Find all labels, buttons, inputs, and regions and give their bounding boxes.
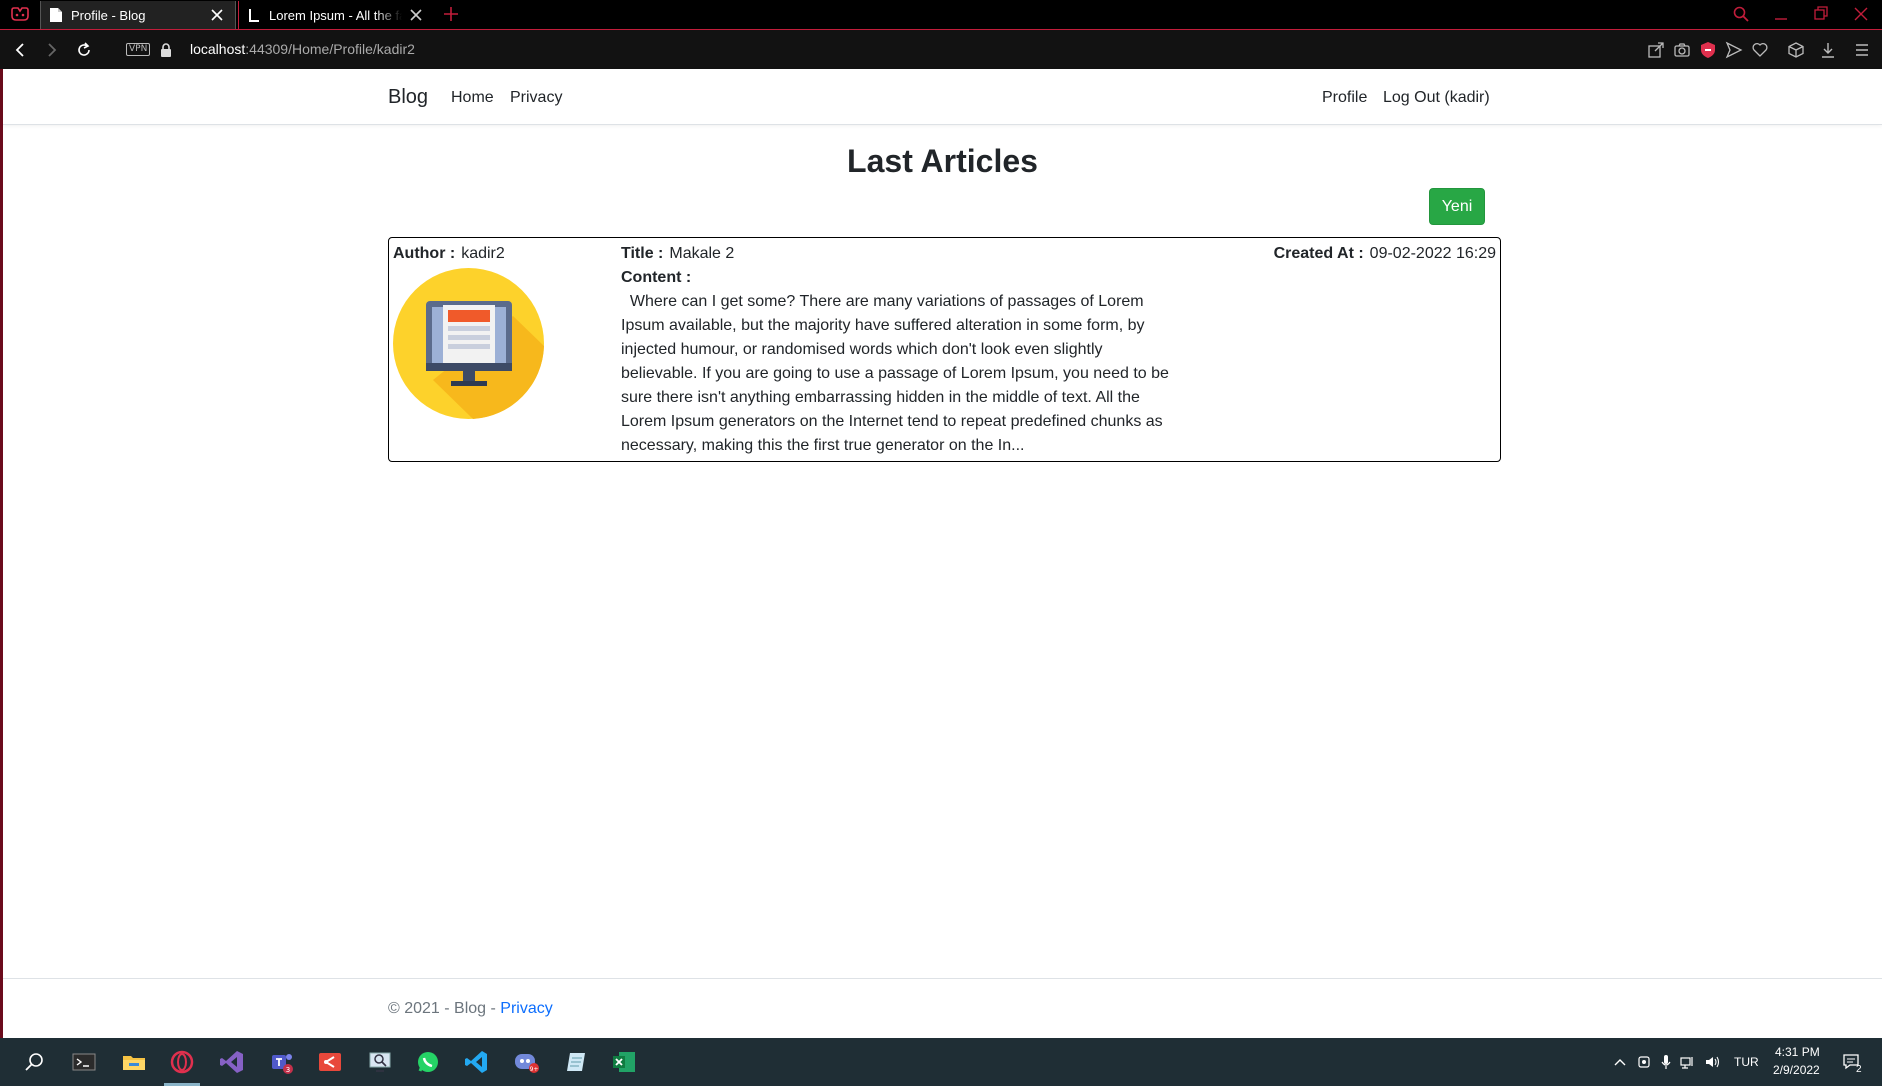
copyright-text: © 2021 - Blog - <box>388 1000 501 1017</box>
search-icon[interactable] <box>20 1048 48 1076</box>
meet-now-icon[interactable] <box>1636 1054 1652 1070</box>
tab-title: Lorem Ipsum - All the facts <box>269 7 402 23</box>
title-field: Title : Makale 2 <box>621 245 734 263</box>
file-explorer-icon[interactable] <box>120 1048 148 1076</box>
footer-text: © 2021 - Blog - Privacy <box>388 1000 553 1018</box>
created-at-label: Created At : <box>1273 245 1364 262</box>
nav-link-privacy[interactable]: Privacy <box>510 89 562 107</box>
url-host: localhost <box>190 41 246 57</box>
git-client-icon[interactable] <box>316 1048 344 1076</box>
created-at-field: Created At : 09-02-2022 16:29 <box>1274 245 1496 263</box>
nav-link-logout[interactable]: Log Out (kadir) <box>1383 89 1490 107</box>
svg-text:9+: 9+ <box>530 1066 539 1073</box>
author-value: kadir2 <box>461 245 505 262</box>
language-indicator[interactable]: TUR <box>1734 1055 1759 1069</box>
browser-tab-strip: Profile - Blog Lorem Ipsum - All the fac… <box>0 0 1882 29</box>
svg-text:3: 3 <box>286 1066 290 1074</box>
new-tab-plus-icon[interactable] <box>442 5 460 23</box>
page-title: Last Articles <box>847 143 1038 179</box>
close-icon[interactable] <box>408 7 424 23</box>
new-article-button[interactable]: Yeni <box>1429 188 1485 225</box>
article-computer-icon <box>393 268 544 419</box>
send-icon[interactable] <box>1725 41 1743 59</box>
author-field: Author : kadir2 <box>393 245 505 263</box>
forward-icon[interactable] <box>42 40 62 60</box>
address-bar: VPN localhost:44309/Home/Profile/kadir2 <box>0 29 1882 69</box>
opera-gx-logo-icon[interactable] <box>10 7 30 21</box>
volume-icon[interactable] <box>1704 1054 1720 1070</box>
excel-icon[interactable] <box>610 1048 638 1076</box>
extensions-cube-icon[interactable] <box>1787 41 1805 59</box>
vscode-icon[interactable] <box>462 1048 490 1076</box>
created-at-value: 09-02-2022 16:29 <box>1369 245 1496 262</box>
notification-count: 2 <box>1856 1064 1862 1075</box>
heart-icon[interactable] <box>1751 41 1769 59</box>
opera-gx-icon[interactable] <box>168 1048 196 1076</box>
terminal-icon[interactable] <box>70 1048 98 1076</box>
title-label: Title : <box>621 245 664 262</box>
menu-icon[interactable] <box>1853 41 1871 59</box>
article-content: Where can I get some? There are many var… <box>621 293 1174 454</box>
search-tabs-icon[interactable] <box>1732 5 1750 23</box>
nav-link-profile[interactable]: Profile <box>1322 89 1367 107</box>
content-label: Content : <box>621 269 692 286</box>
content-label-field: Content : <box>621 269 697 287</box>
network-icon[interactable] <box>1680 1054 1696 1070</box>
navbar-brand[interactable]: Blog <box>388 86 428 109</box>
whatsapp-icon[interactable] <box>414 1048 442 1076</box>
back-icon[interactable] <box>10 40 30 60</box>
site-footer: © 2021 - Blog - Privacy <box>3 978 1882 1038</box>
visual-studio-icon[interactable] <box>218 1048 246 1076</box>
clock-time[interactable]: 4:31 PM <box>1775 1045 1820 1059</box>
nav-link-home[interactable]: Home <box>451 89 494 107</box>
site-navbar: Blog Home Privacy Profile Log Out (kadir… <box>3 69 1882 125</box>
footer-privacy-link[interactable]: Privacy <box>500 1000 552 1017</box>
tab-profile-blog[interactable]: Profile - Blog <box>40 1 236 29</box>
adblock-shield-icon[interactable] <box>1699 41 1717 59</box>
vpn-badge[interactable]: VPN <box>126 43 151 56</box>
document-icon <box>50 8 62 22</box>
windows-taskbar: 3 9+ TUR 4:31 PM 2/9/2022 2 <box>0 1038 1882 1086</box>
lorem-ipsum-favicon-icon <box>249 9 259 22</box>
page-viewport: Blog Home Privacy Profile Log Out (kadir… <box>0 69 1882 1038</box>
title-value: Makale 2 <box>669 245 735 262</box>
url-field[interactable]: localhost:44309/Home/Profile/kadir2 <box>190 41 415 57</box>
tab-lorem-ipsum[interactable]: Lorem Ipsum - All the facts <box>238 1 434 29</box>
teams-icon[interactable]: 3 <box>268 1048 296 1076</box>
article-card[interactable]: Author : kadir2 Title : Makale 2 Content :… <box>388 237 1501 462</box>
url-path: :44309/Home/Profile/kadir2 <box>245 41 415 57</box>
lock-icon[interactable] <box>159 42 173 58</box>
restore-icon[interactable] <box>1812 5 1830 23</box>
download-icon[interactable] <box>1819 41 1837 59</box>
remote-desktop-icon[interactable] <box>366 1048 394 1076</box>
close-icon[interactable] <box>209 7 225 23</box>
share-icon[interactable] <box>1647 41 1665 59</box>
author-label: Author : <box>393 245 456 262</box>
reload-icon[interactable] <box>74 40 94 60</box>
clock-date[interactable]: 2/9/2022 <box>1773 1063 1820 1077</box>
minimize-icon[interactable] <box>1772 5 1790 23</box>
notes-app-icon[interactable] <box>562 1048 590 1076</box>
microphone-icon[interactable] <box>1658 1054 1674 1070</box>
chevron-up-icon[interactable] <box>1612 1054 1628 1070</box>
discord-icon[interactable]: 9+ <box>512 1048 540 1076</box>
camera-icon[interactable] <box>1673 41 1691 59</box>
close-window-icon[interactable] <box>1852 5 1870 23</box>
tab-title: Profile - Blog <box>71 7 146 23</box>
